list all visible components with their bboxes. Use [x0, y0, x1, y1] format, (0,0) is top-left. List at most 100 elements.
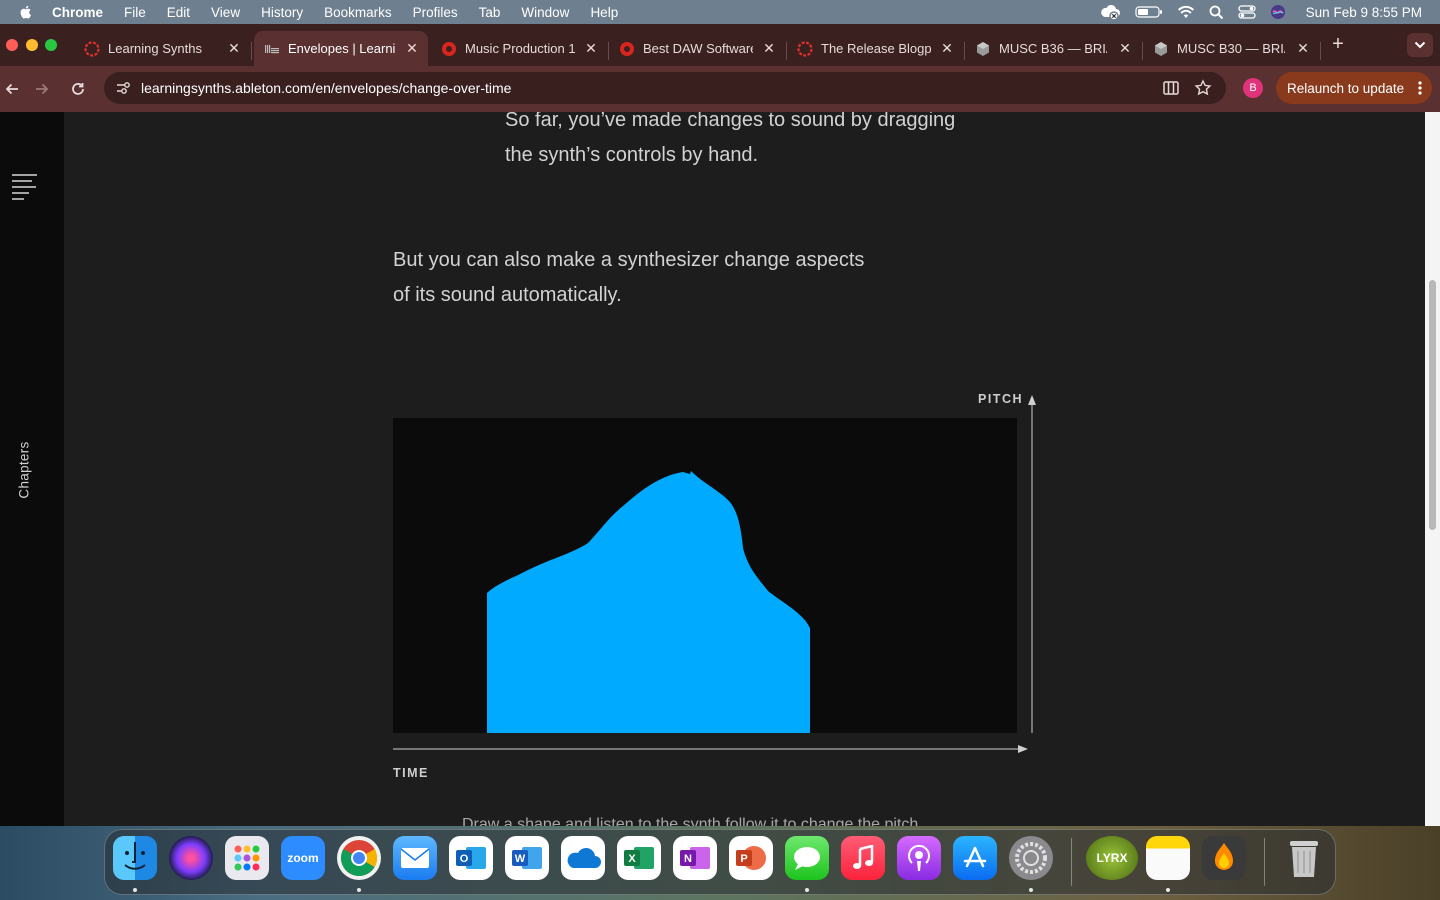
close-window-button[interactable] — [6, 39, 18, 51]
menu-history[interactable]: History — [261, 5, 303, 20]
red-logo-icon — [442, 41, 456, 56]
lyrx-label: LYRX — [1096, 851, 1128, 865]
tab-release-blogpost[interactable]: The Release Blogpost ✕ — [787, 31, 963, 66]
dock-running-indicator — [357, 888, 361, 892]
menu-tab[interactable]: Tab — [479, 5, 501, 20]
menu-bookmarks[interactable]: Bookmarks — [324, 5, 392, 20]
dock-excel-icon[interactable]: X — [617, 836, 661, 880]
menubar-clock[interactable]: Sun Feb 9 8:55 PM — [1306, 5, 1422, 20]
new-tab-button[interactable]: + — [1327, 33, 1349, 55]
tab-search-button[interactable] — [1407, 33, 1433, 57]
forward-button[interactable] — [30, 77, 54, 101]
tab-musc-b36[interactable]: MUSC B36 — BRIAN ✕ — [965, 31, 1141, 66]
dock-app-store-icon[interactable] — [953, 836, 997, 880]
control-center-icon[interactable] — [1238, 4, 1256, 20]
dock-messages-icon[interactable] — [785, 836, 829, 880]
profile-avatar[interactable]: B — [1243, 78, 1263, 98]
close-tab-icon[interactable]: ✕ — [1295, 40, 1311, 57]
tab-music-production[interactable]: Music Production 101 ✕ — [431, 31, 607, 66]
tab-envelopes[interactable]: Envelopes | Learning Synths ✕ — [254, 31, 428, 66]
creative-cloud-icon[interactable] — [1099, 4, 1121, 20]
dock-chrome-icon[interactable] — [337, 836, 381, 880]
url-text[interactable]: learningsynths.ableton.com/en/envelopes/… — [141, 80, 511, 96]
zoom-label: zoom — [287, 851, 319, 865]
dock-finder-icon[interactable] — [113, 836, 157, 880]
dock-notes-icon[interactable] — [1146, 836, 1190, 880]
menu-profiles[interactable]: Profiles — [413, 5, 458, 20]
menu-window[interactable]: Window — [521, 5, 569, 20]
forward-arrow-icon — [36, 83, 49, 95]
dock-word-icon[interactable]: W — [505, 836, 549, 880]
dock-fl-studio-icon[interactable] — [1202, 836, 1246, 880]
svg-text:N: N — [684, 853, 692, 865]
svg-text:X: X — [628, 853, 636, 865]
dock-trash-icon[interactable] — [1282, 836, 1326, 880]
close-tab-icon[interactable]: ✕ — [939, 40, 955, 57]
dock-music-icon[interactable] — [841, 836, 885, 880]
dock-lyrx-icon[interactable]: LYRX — [1086, 836, 1138, 880]
dock-launchpad-icon[interactable] — [225, 836, 269, 880]
close-tab-icon[interactable]: ✕ — [226, 40, 242, 57]
tab-musc-b30[interactable]: MUSC B30 — BRIAN ✕ — [1143, 31, 1319, 66]
close-tab-icon[interactable]: ✕ — [761, 40, 777, 57]
tab-title: Envelopes | Learning Synths — [288, 41, 396, 56]
dock-onedrive-icon[interactable] — [561, 836, 605, 880]
dock-running-indicator — [1166, 888, 1170, 892]
more-menu-icon[interactable] — [1418, 81, 1422, 95]
dock-running-indicator — [805, 888, 809, 892]
menu-app-chrome[interactable]: Chrome — [52, 5, 103, 20]
page-content: Chapters So far, you’ve made changes to … — [0, 112, 1440, 826]
spotlight-search-icon[interactable] — [1209, 5, 1224, 20]
dock-divider — [1264, 838, 1265, 886]
instruction-caption: Draw a shape and listen to the synth fol… — [462, 816, 919, 826]
dock-outlook-icon[interactable]: O — [449, 836, 493, 880]
wifi-icon[interactable] — [1177, 5, 1195, 19]
minimize-window-button[interactable] — [26, 39, 38, 51]
apple-logo-icon[interactable] — [18, 4, 34, 20]
siri-icon[interactable] — [1270, 4, 1286, 20]
red-logo-icon — [620, 41, 634, 56]
dock-running-indicator — [1029, 888, 1033, 892]
menu-view[interactable]: View — [211, 5, 240, 20]
battery-icon[interactable] — [1135, 5, 1163, 19]
ableton-red-logo-icon — [84, 40, 100, 57]
pitch-time-axes — [393, 395, 1036, 753]
back-button[interactable] — [0, 77, 24, 101]
tab-best-daw-software[interactable]: Best DAW Software ✕ — [609, 31, 785, 66]
close-tab-icon[interactable]: ✕ — [1117, 40, 1133, 57]
dock-running-indicator — [133, 888, 137, 892]
dock-divider — [1071, 838, 1072, 886]
tab-strip: Learning Synths ✕ Envelopes | Learning S… — [0, 24, 1440, 66]
dock-powerpoint-icon[interactable]: P — [729, 836, 773, 880]
relaunch-label: Relaunch to update — [1287, 80, 1405, 96]
chevron-down-icon — [1414, 41, 1426, 49]
site-info-icon[interactable] — [114, 79, 132, 97]
menu-help[interactable]: Help — [590, 5, 618, 20]
address-bar[interactable]: learningsynths.ableton.com/en/envelopes/… — [104, 72, 1226, 104]
close-tab-icon[interactable]: ✕ — [404, 40, 420, 57]
menu-file[interactable]: File — [124, 5, 146, 20]
dock-siri-icon[interactable] — [169, 836, 213, 880]
dock-onenote-icon[interactable]: N — [673, 836, 717, 880]
reading-mode-icon[interactable] — [1162, 79, 1180, 97]
scrollbar-thumb[interactable] — [1429, 280, 1436, 530]
time-axis-label: TIME — [393, 766, 429, 780]
menu-edit[interactable]: Edit — [167, 5, 190, 20]
reload-icon — [72, 83, 84, 95]
svg-text:O: O — [460, 853, 469, 865]
dock-system-settings-icon[interactable] — [1009, 836, 1053, 880]
dock-mail-icon[interactable] — [393, 836, 437, 880]
page-scrollbar[interactable] — [1425, 112, 1440, 826]
relaunch-to-update-button[interactable]: Relaunch to update — [1276, 72, 1432, 104]
close-tab-icon[interactable]: ✕ — [583, 40, 599, 57]
cube-icon — [977, 41, 989, 56]
dock-zoom-icon[interactable]: zoom — [281, 836, 325, 880]
pitch-axis-arrow — [1028, 395, 1036, 405]
tab-title: Learning Synths — [108, 41, 202, 56]
tab-learning-synths[interactable]: Learning Synths ✕ — [74, 31, 250, 66]
tab-title: MUSC B36 — BRIAN — [999, 41, 1107, 56]
maximize-window-button[interactable] — [45, 39, 57, 51]
reload-button[interactable] — [66, 77, 90, 101]
bookmark-star-icon[interactable] — [1194, 79, 1212, 97]
dock-podcasts-icon[interactable] — [897, 836, 941, 880]
